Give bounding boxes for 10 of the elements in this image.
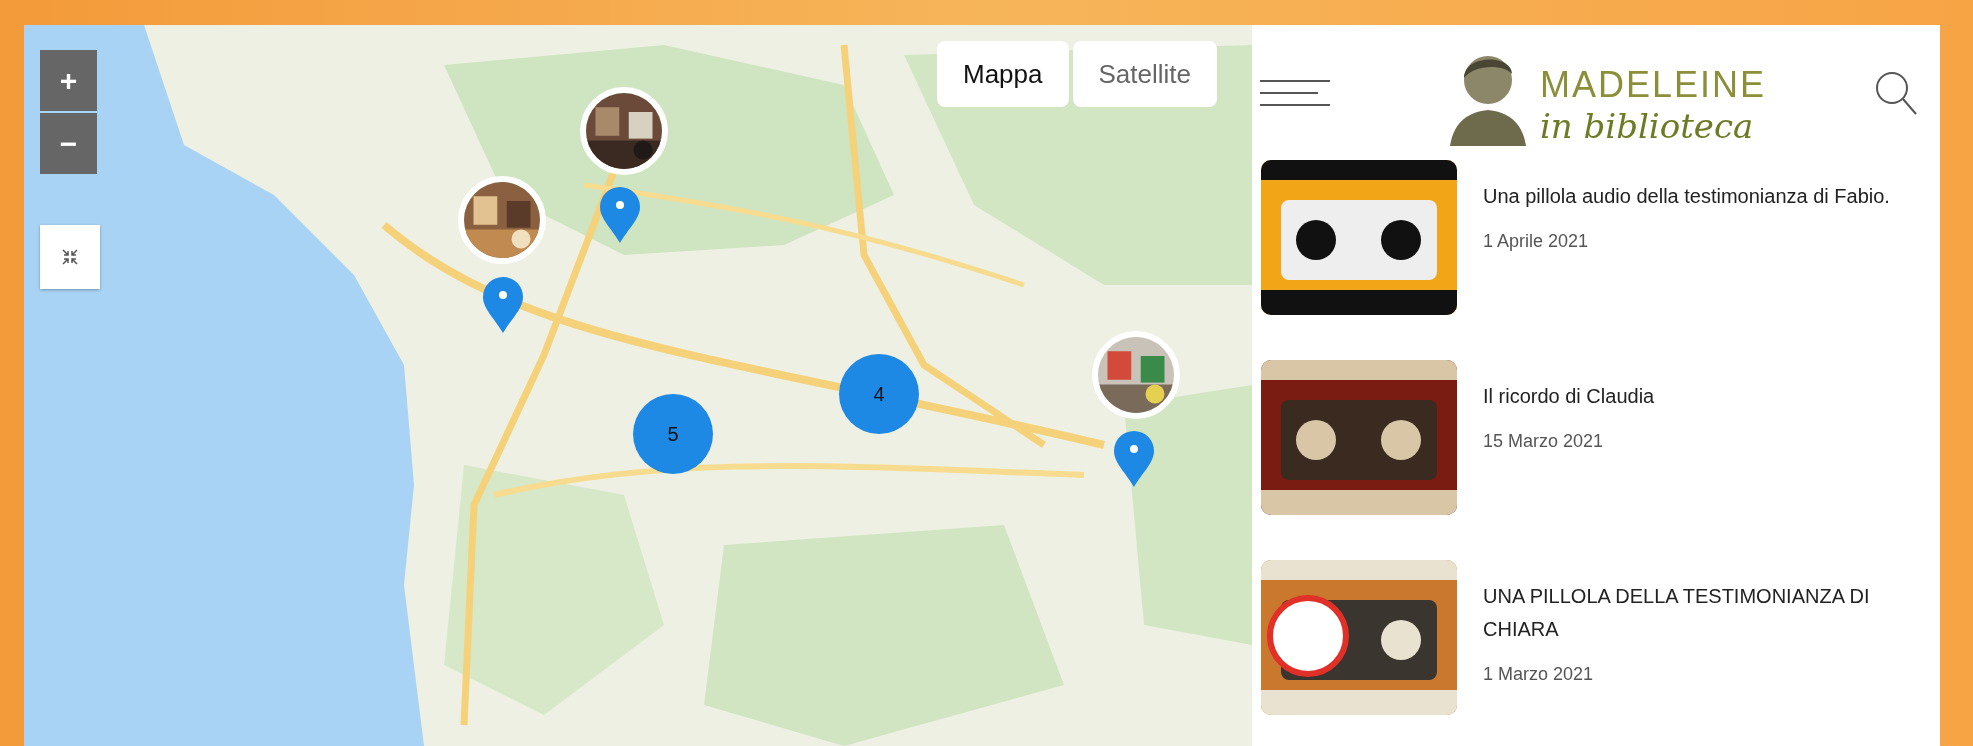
logo-subtitle: in biblioteca [1539, 105, 1755, 146]
logo-title: MADELEINE [1539, 63, 1767, 106]
post-date: 1 Marzo 2021 [1483, 664, 1595, 685]
post-title[interactable]: UNA PILLOLA DELLA TESTIMONIANZA DI CHIARA [1483, 580, 1913, 646]
search-icon[interactable] [1874, 69, 1918, 116]
post-title[interactable]: Il ricordo di Claudia [1483, 380, 1913, 413]
post-date: 1 Aprile 2021 [1483, 231, 1590, 252]
post-date: 15 Marzo 2021 [1483, 431, 1605, 452]
post-title[interactable]: Una pillola audio della testimonianza di Fabio. [1483, 180, 1913, 213]
menu-icon[interactable] [1258, 77, 1332, 108]
